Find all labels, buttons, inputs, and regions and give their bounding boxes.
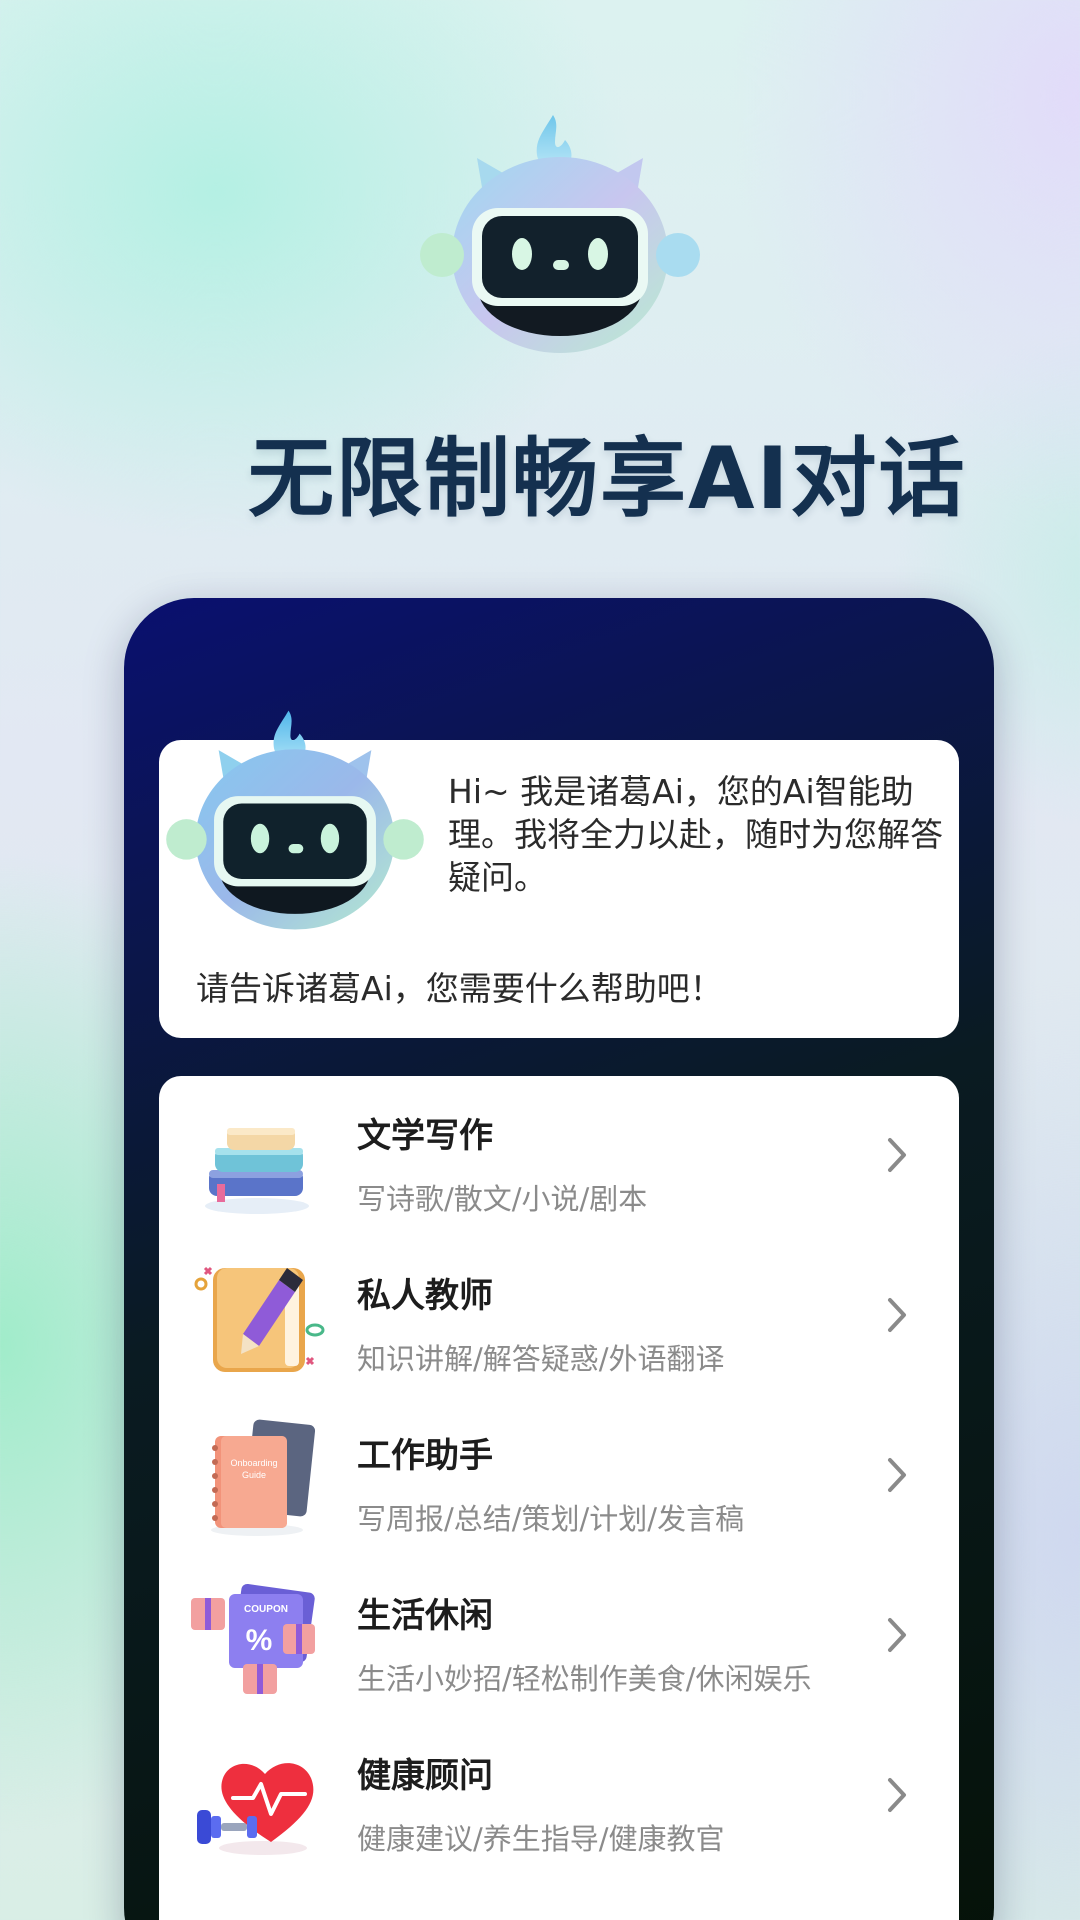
guide-cover-line1: Onboarding [230,1458,277,1468]
feature-menu: 文学写作 写诗歌/散文/小说/剧本 私人教师 知识讲解/解答疑惑/外语翻译 On… [159,1076,959,1920]
guide-cover-line2: Guide [242,1470,266,1480]
intro-greeting: Hi~ 我是诸葛Ai，您的Ai智能助理。我将全力以赴，随时为您解答疑问。 [448,772,943,897]
menu-item-title: 健康顾问 [357,1756,493,1796]
menu-item-private-tutor[interactable]: 私人教师 知识讲解/解答疑惑/外语翻译 [159,1236,959,1396]
chevron-right-icon [888,1298,906,1332]
robot-mascot-icon [420,115,700,353]
heart-dumbbell-icon [197,1763,314,1855]
robot-avatar-icon [166,710,424,930]
chevron-right-icon [888,1778,906,1812]
menu-item-title: 私人教师 [357,1276,493,1316]
chevron-right-icon [888,1458,906,1492]
intro-question: 请告诉诸葛Ai，您需要什么帮助吧！ [196,969,723,1008]
menu-item-subtitle: 健康建议/养生指导/健康教官 [357,1822,725,1856]
chevron-right-icon [888,1138,906,1172]
coupon-percent: % [246,1624,273,1657]
books-icon [205,1128,309,1214]
notebook-pencil-icon [194,1266,325,1372]
menu-item-subtitle: 写诗歌/散文/小说/剧本 [357,1182,648,1216]
menu-item-subtitle: 写周报/总结/策划/计划/发言稿 [357,1502,745,1536]
phone-mockup: Hi~ 我是诸葛Ai，您的Ai智能助理。我将全力以赴，随时为您解答疑问。 请告诉… [124,598,994,1920]
coupon-gift-icon: COUPON % [191,1583,315,1694]
menu-item-literary-writing[interactable]: 文学写作 写诗歌/散文/小说/剧本 [159,1076,959,1236]
menu-item-health-advisor[interactable]: 健康顾问 健康建议/养生指导/健康教官 [159,1716,959,1876]
chevron-right-icon [888,1618,906,1652]
menu-item-title: 工作助手 [357,1436,493,1476]
intro-card: Hi~ 我是诸葛Ai，您的Ai智能助理。我将全力以赴，随时为您解答疑问。 请告诉… [159,710,959,1038]
menu-item-title: 文学写作 [357,1116,493,1156]
onboarding-guide-icon: Onboarding Guide [211,1419,316,1536]
menu-item-title: 生活休闲 [357,1596,493,1636]
menu-item-work-assistant[interactable]: Onboarding Guide 工作助手 写周报/总结/策划/计划/发言稿 [159,1396,959,1556]
menu-item-subtitle: 知识讲解/解答疑惑/外语翻译 [357,1342,725,1376]
menu-item-subtitle: 生活小妙招/轻松制作美食/休闲娱乐 [357,1662,812,1696]
headline: 无限制畅享AI对话 [248,429,967,529]
menu-item-life-leisure[interactable]: COUPON % 生活休闲 生活小妙招/轻松制作美食/休闲娱乐 [159,1556,959,1716]
coupon-label: COUPON [244,1604,288,1615]
